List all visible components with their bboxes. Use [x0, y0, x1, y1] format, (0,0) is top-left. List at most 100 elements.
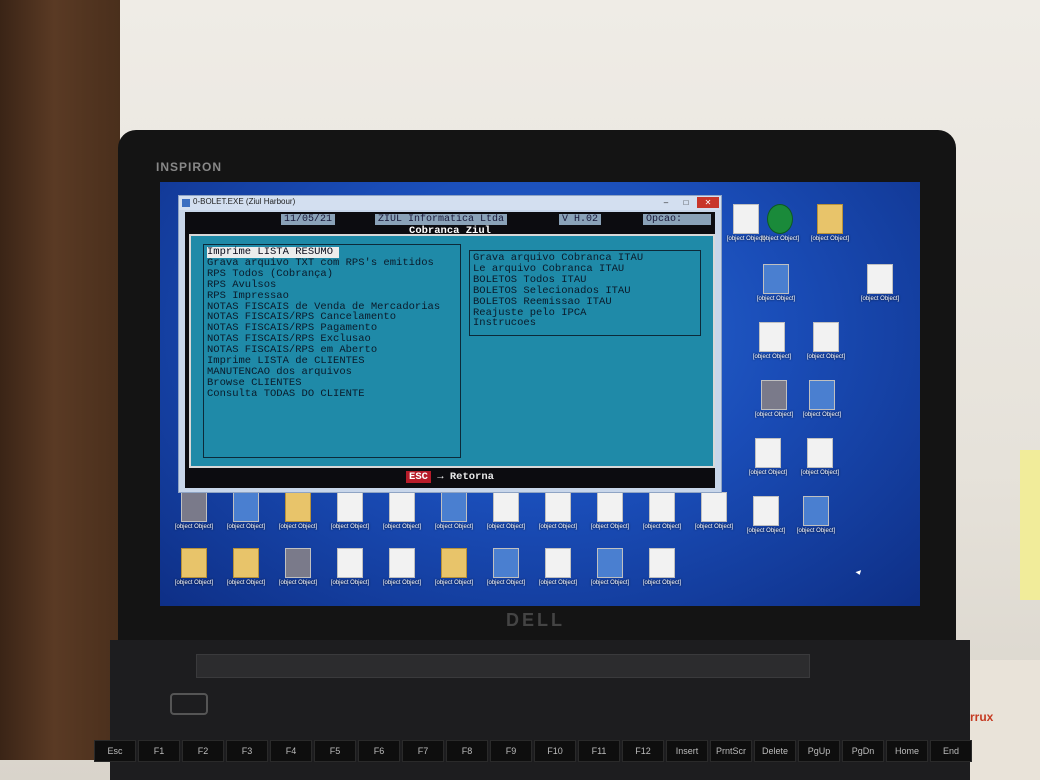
desktop-icon[interactable]: [object Object]: [528, 548, 588, 587]
image-icon: [761, 380, 787, 410]
close-button[interactable]: ✕: [697, 197, 719, 208]
desktop-icon[interactable]: [object Object]: [476, 492, 536, 531]
key-13[interactable]: Insert: [666, 740, 708, 762]
desktop-icon[interactable]: [object Object]: [372, 548, 432, 587]
desktop-icon[interactable]: [object Object]: [800, 204, 860, 243]
desktop-icon-label: [object Object]: [538, 524, 578, 530]
wooden-door: [0, 0, 120, 760]
app-icon: [182, 199, 190, 207]
minimize-button[interactable]: –: [657, 197, 675, 208]
key-2[interactable]: F2: [182, 740, 224, 762]
desktop-icon[interactable]: [object Object]: [742, 322, 802, 361]
desktop-icon[interactable]: [object Object]: [792, 380, 852, 419]
desktop-icon[interactable]: [object Object]: [320, 548, 380, 587]
key-16[interactable]: PgUp: [798, 740, 840, 762]
submenu-item[interactable]: Instrucoes: [473, 318, 536, 329]
maximize-button[interactable]: □: [677, 197, 695, 208]
desktop-icon[interactable]: [object Object]: [216, 492, 276, 531]
app-icon: [767, 204, 793, 234]
desktop-icon[interactable]: [object Object]: [632, 492, 692, 531]
key-0[interactable]: Esc: [94, 740, 136, 762]
desktop-icon[interactable]: [object Object]: [790, 438, 850, 477]
desktop-icon-label: [object Object]: [802, 412, 842, 418]
file-icon: [389, 492, 415, 522]
desktop-icon[interactable]: [object Object]: [372, 492, 432, 531]
key-3[interactable]: F3: [226, 740, 268, 762]
desktop-icon-label: [object Object]: [590, 524, 630, 530]
key-18[interactable]: Home: [886, 740, 928, 762]
desktop-icon[interactable]: [object Object]: [320, 492, 380, 531]
file-icon: [649, 492, 675, 522]
desktop-icon-label: [object Object]: [382, 580, 422, 586]
desktop-icon[interactable]: [object Object]: [216, 548, 276, 587]
key-15[interactable]: Delete: [754, 740, 796, 762]
desktop-icon[interactable]: [object Object]: [424, 548, 484, 587]
key-11[interactable]: F11: [578, 740, 620, 762]
console-area: 11/05/21 ZIUL Informatica Ltda V H.02 Op…: [185, 212, 715, 488]
desktop-icon[interactable]: [object Object]: [476, 548, 536, 587]
key-10[interactable]: F10: [534, 740, 576, 762]
key-19[interactable]: End: [930, 740, 972, 762]
desktop-icon-label: [object Object]: [226, 524, 266, 530]
key-12[interactable]: F12: [622, 740, 664, 762]
desktop-icon[interactable]: [object Object]: [424, 492, 484, 531]
menu-container: Imprime LISTA RESUMO Grava arquivo TXT co…: [189, 234, 715, 468]
window-title: 0-BOLET.EXE (Ziul Harbour): [193, 197, 296, 206]
folder-icon: [233, 548, 259, 578]
key-7[interactable]: F7: [402, 740, 444, 762]
file-icon: [389, 548, 415, 578]
key-6[interactable]: F6: [358, 740, 400, 762]
file-icon: [597, 492, 623, 522]
desktop-icon[interactable]: [object Object]: [632, 548, 692, 587]
desktop-icon[interactable]: [object Object]: [746, 264, 806, 303]
desktop-icon[interactable]: [object Object]: [164, 548, 224, 587]
file-icon: [755, 438, 781, 468]
image-icon: [181, 492, 207, 522]
desktop-icon[interactable]: [object Object]: [268, 548, 328, 587]
menu-item[interactable]: RPS Impressao: [207, 290, 289, 302]
desktop-icon[interactable]: [object Object]: [786, 496, 846, 535]
escape-key[interactable]: ESC: [406, 471, 431, 483]
key-1[interactable]: F1: [138, 740, 180, 762]
file-icon: [803, 496, 829, 526]
desktop-icon-label: [object Object]: [752, 354, 792, 360]
footer-hint: ESC → Retorna: [185, 470, 715, 484]
header-company: ZIUL Informatica Ltda: [375, 214, 508, 225]
desktop-icon[interactable]: [object Object]: [580, 492, 640, 531]
desktop-icon[interactable]: [object Object]: [796, 322, 856, 361]
key-5[interactable]: F5: [314, 740, 356, 762]
key-8[interactable]: F8: [446, 740, 488, 762]
desktop-icon[interactable]: [object Object]: [580, 548, 640, 587]
desktop-icon[interactable]: [object Object]: [684, 492, 744, 531]
laptop-brand: INSPIRON: [156, 160, 223, 174]
desktop-icon[interactable]: [object Object]: [268, 492, 328, 531]
desktop-icon[interactable]: [object Object]: [528, 492, 588, 531]
file-icon: [233, 492, 259, 522]
desktop-icon-label: [object Object]: [382, 524, 422, 530]
desktop-icon-label: [object Object]: [330, 580, 370, 586]
desktop-icon-label: [object Object]: [806, 354, 846, 360]
file-icon: [759, 322, 785, 352]
box-label: rrux: [970, 710, 994, 724]
header-date: 11/05/21: [281, 214, 336, 225]
file-icon: [867, 264, 893, 294]
desktop-icon[interactable]: [object Object]: [850, 264, 910, 303]
file-icon: [545, 548, 571, 578]
power-button[interactable]: [170, 693, 208, 715]
menu-item[interactable]: Consulta TODAS DO CLIENTE: [207, 388, 365, 400]
desktop-icon[interactable]: [object Object]: [738, 438, 798, 477]
window-titlebar[interactable]: 0-BOLET.EXE (Ziul Harbour) – □ ✕: [179, 196, 721, 210]
main-menu: Imprime LISTA RESUMO Grava arquivo TXT co…: [203, 244, 461, 458]
desktop-icon[interactable]: [object Object]: [164, 492, 224, 531]
key-14[interactable]: PrntScr: [710, 740, 752, 762]
desktop-icon-label: [object Object]: [486, 524, 526, 530]
laptop-hinge: [196, 654, 810, 678]
key-4[interactable]: F4: [270, 740, 312, 762]
key-9[interactable]: F9: [490, 740, 532, 762]
folder-icon: [285, 492, 311, 522]
console-window[interactable]: 0-BOLET.EXE (Ziul Harbour) – □ ✕ 11/05/2…: [178, 195, 722, 493]
key-17[interactable]: PgDn: [842, 740, 884, 762]
header-version: V H.02: [559, 214, 602, 225]
desktop-icon-label: [object Object]: [226, 580, 266, 586]
submenu-item[interactable]: BOLETOS Reemissao ITAU: [473, 296, 612, 308]
